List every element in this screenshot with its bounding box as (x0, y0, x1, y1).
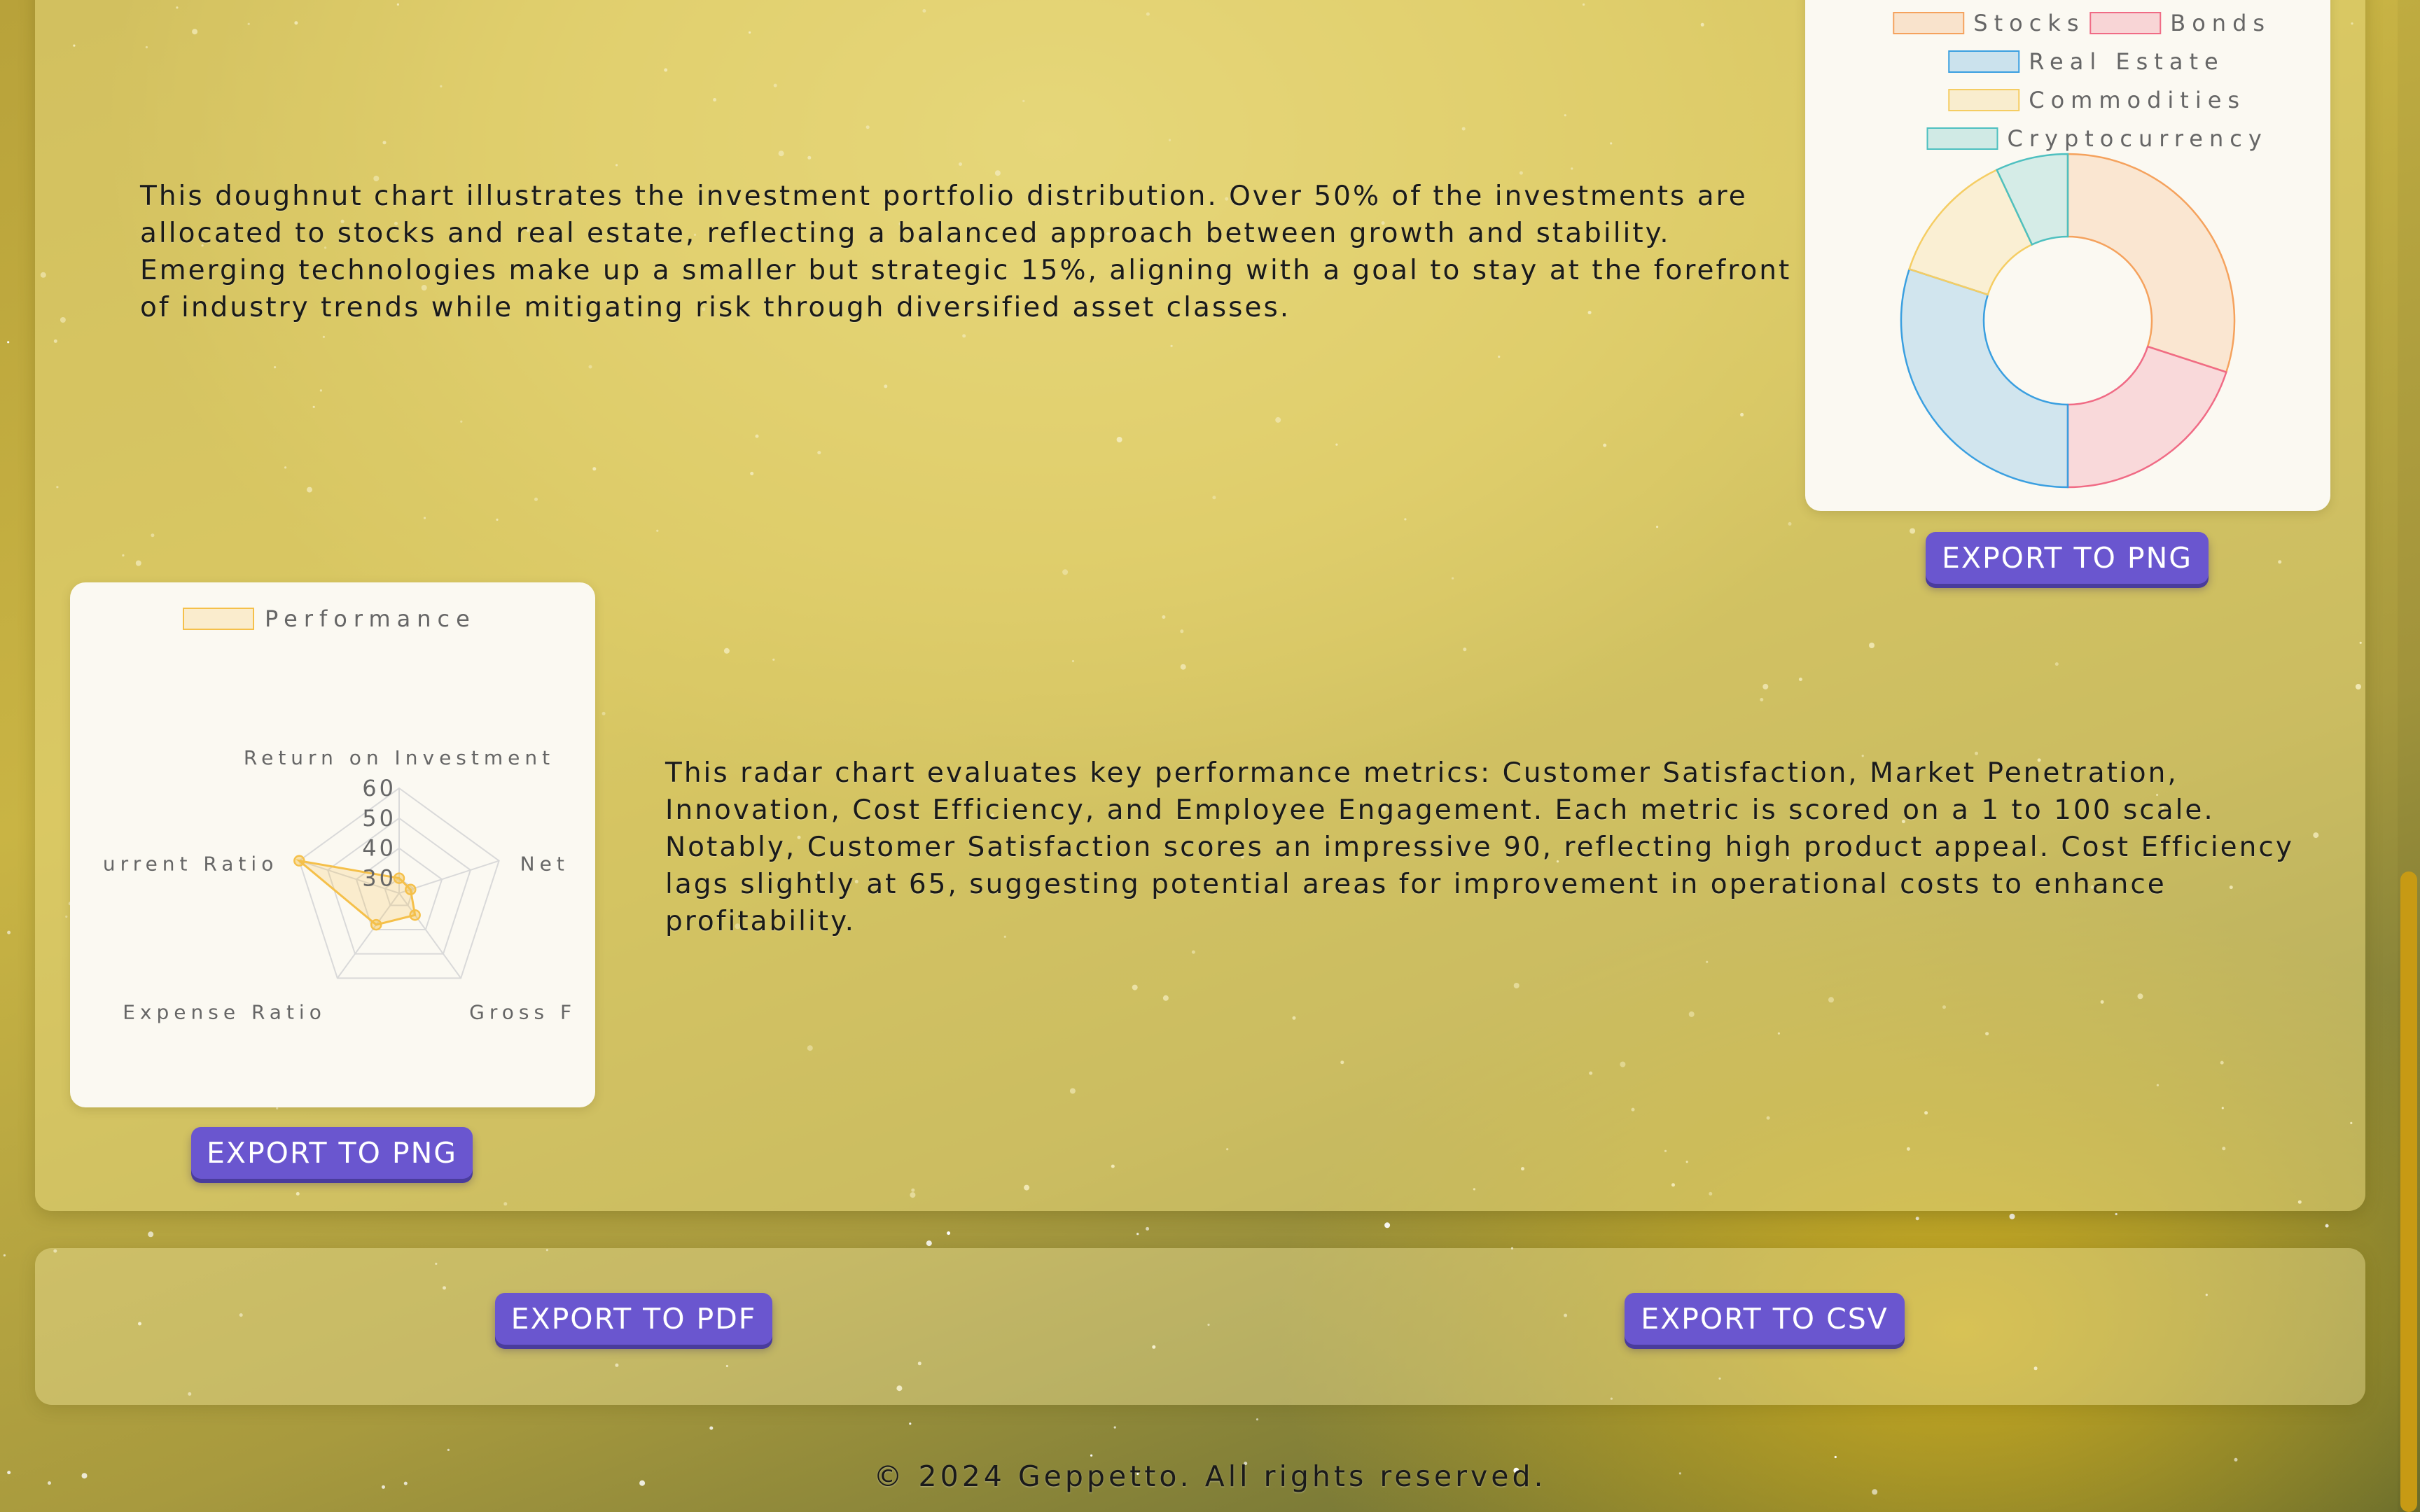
legend-swatch-stocks (1893, 12, 1965, 34)
radar-chart-description: This radar chart evaluates key performan… (665, 757, 2294, 937)
legend-item-real-estate[interactable]: Real Estate (1948, 48, 2224, 75)
export-csv-button[interactable]: EXPORT TO CSV (1625, 1293, 1905, 1345)
radar-axis-label-return-on-investment: Return on Investment (244, 746, 555, 769)
radar-tick-label: 50 (362, 805, 396, 832)
legend-label-real-estate: Real Estate (2029, 48, 2224, 75)
legend-label-cryptocurrency: Cryptocurrency (2008, 125, 2268, 152)
doughnut-chart: Stocks Bonds Real Estate Commodities Cryptoc… (1893, 10, 2271, 489)
legend-swatch-commodities (1948, 89, 2020, 111)
legend-item-cryptocurrency[interactable]: Cryptocurrency (1926, 125, 2268, 152)
radar-point-expense-ratio[interactable] (370, 918, 382, 931)
radar-axis-label-net: Net (520, 853, 569, 876)
doughnut-chart-card: Stocks Bonds Real Estate Commodities Cryptoc… (1805, 0, 2330, 511)
radar-chart-card: Performance 30 40 50 60 Return on Investment N… (70, 582, 595, 1107)
legend-label-performance: Performance (265, 606, 476, 632)
radar-axis-label-urrent-ratio: urrent Ratio (103, 853, 278, 876)
radar-tick-label: 40 (362, 835, 396, 862)
radar-axis-label-gross-f: Gross F (469, 1000, 576, 1023)
radar-chart: Performance 30 40 50 60 Return on Investment N… (103, 606, 576, 1023)
radar-tick-label: 60 (362, 775, 396, 802)
radar-point-urrent-ratio[interactable] (293, 855, 305, 867)
legend-label-commodities: Commodities (2029, 87, 2246, 113)
doughnut-slice-real-estate[interactable] (1900, 267, 2069, 489)
radar-axis-label-expense-ratio: Expense Ratio (123, 1000, 326, 1023)
radar-tick-label: 30 (362, 865, 396, 892)
legend-item-performance[interactable]: Performance (183, 606, 476, 632)
export-pdf-button[interactable]: EXPORT TO PDF (495, 1293, 772, 1345)
legend-swatch-real-estate (1948, 50, 2020, 73)
legend-label-stocks: Stocks (1973, 10, 2085, 36)
legend-swatch-bonds (2089, 12, 2162, 34)
legend-swatch-cryptocurrency (1926, 127, 1998, 150)
legend-swatch-performance (183, 608, 254, 630)
radar-point-gross-f[interactable] (409, 909, 421, 921)
footer-copyright: © 2024 Geppetto. All rights reserved. (873, 1460, 1547, 1493)
radar-point-net[interactable] (405, 883, 417, 895)
legend-item-stocks[interactable]: Stocks (1893, 10, 2085, 36)
doughnut-slice-bonds[interactable] (2066, 345, 2227, 489)
legend-item-bonds[interactable]: Bonds (2089, 10, 2271, 36)
scrollbar-thumb[interactable] (2400, 872, 2417, 1512)
doughnut-export-png-button[interactable]: EXPORT TO PNG (1926, 532, 2209, 584)
legend-label-bonds: Bonds (2170, 10, 2271, 36)
legend-item-commodities[interactable]: Commodities (1948, 87, 2246, 113)
radar-export-png-button[interactable]: EXPORT TO PNG (191, 1127, 473, 1179)
doughnut-slice-stocks[interactable] (2066, 153, 2236, 374)
export-toolbar (35, 1248, 2365, 1405)
doughnut-chart-description: This doughnut chart illustrates the inve… (140, 181, 1792, 323)
